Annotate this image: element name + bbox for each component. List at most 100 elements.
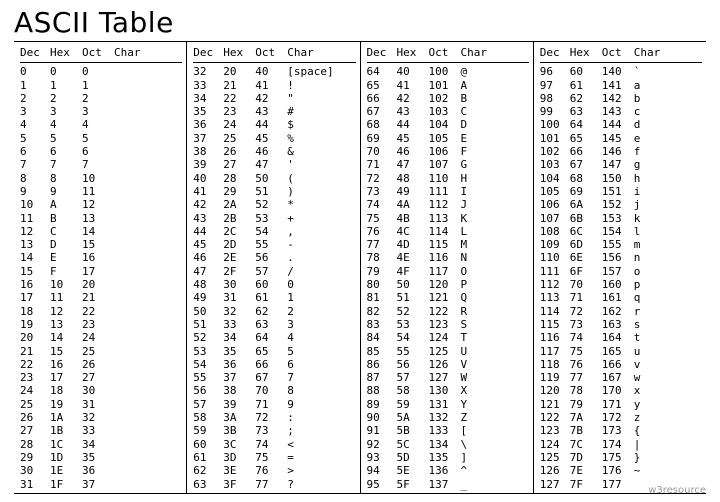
ascii-oct-cell: 64 — [255, 331, 287, 344]
ascii-hex-cell: 56 — [397, 358, 429, 371]
ascii-dec-cell: 74 — [367, 198, 397, 211]
ascii-char-cell: P — [461, 278, 529, 291]
ascii-oct-cell: 154 — [602, 225, 634, 238]
ascii-oct-cell: 1 — [82, 79, 114, 92]
ascii-hex-cell: 33 — [223, 318, 255, 331]
ascii-char-cell: * — [287, 198, 355, 211]
ascii-oct-cell: 120 — [429, 278, 461, 291]
ascii-oct-cell: 142 — [602, 92, 634, 105]
ascii-char-cell — [114, 464, 182, 477]
ascii-char-cell: i — [634, 185, 702, 198]
col-header-dec: Dec — [20, 44, 50, 63]
ascii-oct-cell: 20 — [82, 278, 114, 291]
ascii-dec-cell: 78 — [367, 251, 397, 264]
ascii-char-cell: u — [634, 345, 702, 358]
ascii-char-cell: S — [461, 318, 529, 331]
ascii-oct-cell: 51 — [255, 185, 287, 198]
ascii-char-cell: y — [634, 398, 702, 411]
ascii-hex-cell: 50 — [397, 278, 429, 291]
col-header-oct: Oct — [82, 44, 114, 63]
ascii-table: DecHexOctChar000111222333444555666777881… — [14, 41, 706, 494]
ascii-oct-cell: 62 — [255, 305, 287, 318]
ascii-oct-cell: 73 — [255, 424, 287, 437]
ascii-char-cell: ] — [461, 451, 529, 464]
ascii-char-cell: V — [461, 358, 529, 371]
ascii-hex-cell: 53 — [397, 318, 429, 331]
ascii-char-cell: T — [461, 331, 529, 344]
ascii-hex-cell: D — [50, 238, 82, 251]
ascii-oct-cell: 122 — [429, 305, 461, 318]
ascii-dec-cell: 47 — [193, 265, 223, 278]
ascii-hex-cell: 31 — [223, 291, 255, 304]
ascii-dec-cell: 48 — [193, 278, 223, 291]
ascii-dec-cell: 29 — [20, 451, 50, 464]
ascii-oct-cell: 3 — [82, 105, 114, 118]
ascii-char-cell: f — [634, 145, 702, 158]
ascii-oct-cell: 61 — [255, 291, 287, 304]
ascii-char-cell: ! — [287, 79, 355, 92]
col-header-dec: Dec — [540, 44, 570, 63]
ascii-dec-cell: 12 — [20, 225, 50, 238]
watermark-text: w3resource — [648, 485, 706, 496]
ascii-char-cell: [space] — [287, 65, 355, 78]
ascii-oct-cell: 162 — [602, 305, 634, 318]
ascii-char-cell: 2 — [287, 305, 355, 318]
ascii-char-cell: l — [634, 225, 702, 238]
ascii-dec-cell: 45 — [193, 238, 223, 251]
ascii-oct-cell: 166 — [602, 358, 634, 371]
ascii-oct-cell: 44 — [255, 118, 287, 131]
ascii-char-cell: O — [461, 265, 529, 278]
ascii-hex-cell: 40 — [397, 65, 429, 78]
ascii-oct-cell: 155 — [602, 238, 634, 251]
ascii-oct-cell: 152 — [602, 198, 634, 211]
ascii-dec-cell: 1 — [20, 79, 50, 92]
ascii-dec-cell: 41 — [193, 185, 223, 198]
ascii-dec-cell: 112 — [540, 278, 570, 291]
ascii-char-cell: # — [287, 105, 355, 118]
ascii-char-cell: \ — [461, 438, 529, 451]
ascii-dec-cell: 42 — [193, 198, 223, 211]
ascii-hex-cell: 64 — [570, 118, 602, 131]
ascii-dec-cell: 95 — [367, 478, 397, 491]
ascii-hex-cell: 2B — [223, 212, 255, 225]
ascii-column-2: DecHexOctChar322040[space]332141!342242"… — [187, 42, 360, 493]
ascii-char-cell: - — [287, 238, 355, 251]
ascii-dec-cell: 116 — [540, 331, 570, 344]
ascii-char-cell: , — [287, 225, 355, 238]
ascii-dec-cell: 118 — [540, 358, 570, 371]
ascii-oct-cell: 137 — [429, 478, 461, 491]
ascii-oct-cell: 127 — [429, 371, 461, 384]
ascii-oct-cell: 45 — [255, 132, 287, 145]
ascii-dec-cell: 39 — [193, 158, 223, 171]
ascii-dec-cell: 23 — [20, 371, 50, 384]
ascii-oct-cell: 22 — [82, 305, 114, 318]
ascii-oct-cell: 4 — [82, 118, 114, 131]
ascii-hex-cell: 2E — [223, 251, 255, 264]
ascii-dec-cell: 110 — [540, 251, 570, 264]
ascii-hex-cell: 46 — [397, 145, 429, 158]
ascii-hex-cell: 39 — [223, 398, 255, 411]
ascii-char-cell: p — [634, 278, 702, 291]
ascii-char-cell: g — [634, 158, 702, 171]
ascii-char-cell: ' — [287, 158, 355, 171]
ascii-char-cell — [114, 65, 182, 78]
ascii-hex-cell: 2A — [223, 198, 255, 211]
ascii-dec-cell: 56 — [193, 384, 223, 397]
ascii-char-cell — [114, 79, 182, 92]
ascii-dec-cell: 6 — [20, 145, 50, 158]
ascii-char-cell: M — [461, 238, 529, 251]
ascii-oct-cell: 63 — [255, 318, 287, 331]
ascii-dec-cell: 54 — [193, 358, 223, 371]
ascii-hex-cell: 13 — [50, 318, 82, 331]
ascii-oct-cell: 71 — [255, 398, 287, 411]
ascii-dec-cell: 121 — [540, 398, 570, 411]
ascii-dec-cell: 25 — [20, 398, 50, 411]
ascii-hex-cell: 19 — [50, 398, 82, 411]
ascii-char-cell: 1 — [287, 291, 355, 304]
ascii-char-cell — [114, 172, 182, 185]
ascii-hex-cell: B — [50, 212, 82, 225]
ascii-oct-cell: 141 — [602, 79, 634, 92]
ascii-hex-cell: 2F — [223, 265, 255, 278]
ascii-oct-cell: 113 — [429, 212, 461, 225]
ascii-hex-cell: 32 — [223, 305, 255, 318]
